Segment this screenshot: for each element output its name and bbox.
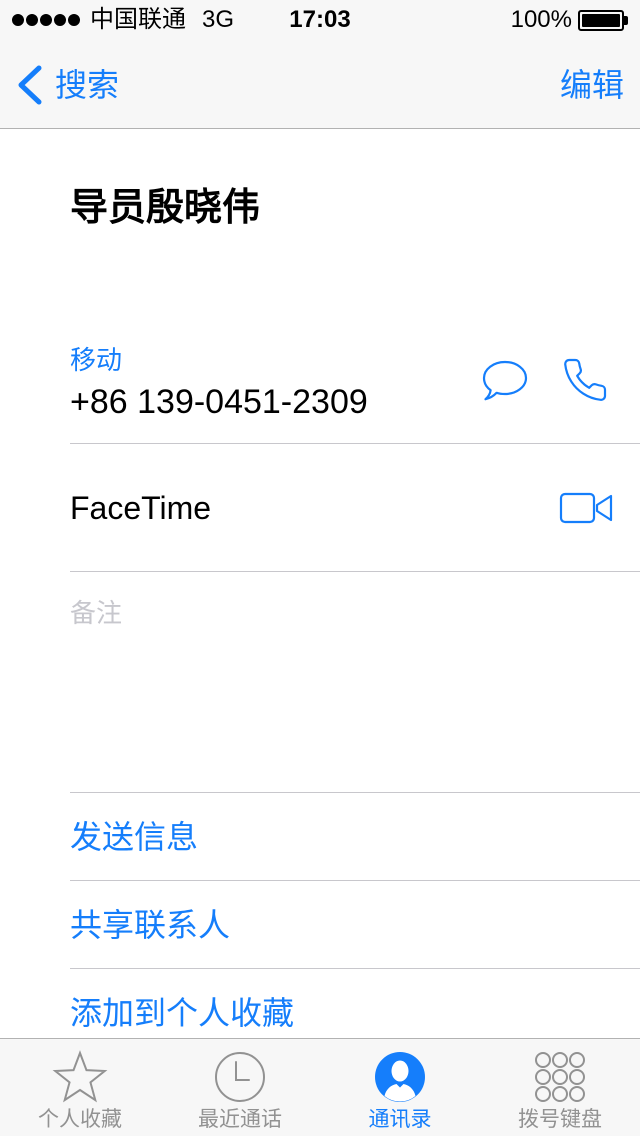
action-label: 共享联系人	[70, 907, 231, 943]
phone-number[interactable]: +86 139-0451-2309	[70, 381, 368, 423]
back-button[interactable]: 搜索	[10, 60, 140, 110]
contact-name: 导员殷晓伟	[70, 187, 261, 229]
network-type: 3G	[202, 6, 235, 33]
tab-label: 个人收藏	[38, 1108, 122, 1131]
facetime-label: FaceTime	[70, 490, 212, 526]
video-icon[interactable]	[559, 492, 615, 524]
send-message-button[interactable]: 发送信息	[0, 793, 640, 880]
message-icon[interactable]	[481, 359, 529, 403]
share-contact-button[interactable]: 共享联系人	[0, 881, 640, 968]
tab-bar: 个人收藏 最近通话 通讯录 拨号键盘	[0, 1038, 640, 1136]
signal-strength	[12, 14, 80, 26]
signal-dot	[68, 14, 80, 26]
carrier-name: 中国联通	[90, 6, 186, 33]
tab-label: 拨号键盘	[518, 1108, 602, 1131]
signal-dot	[40, 14, 52, 26]
notes-placeholder: 备注	[70, 598, 123, 628]
status-bar: 中国联通 3G 17:03 100%	[0, 0, 640, 40]
tab-recents[interactable]: 最近通话	[160, 1039, 320, 1136]
battery-nub	[624, 16, 628, 25]
battery-fill	[582, 14, 620, 27]
phone-type-label: 移动	[70, 345, 123, 375]
keypad-icon	[535, 1052, 585, 1102]
facetime-row[interactable]: FaceTime	[0, 444, 640, 571]
battery-percentage: 100%	[510, 6, 572, 33]
tab-label: 最近通话	[198, 1108, 282, 1131]
signal-dot	[54, 14, 66, 26]
add-to-favorites-button[interactable]: 添加到个人收藏	[0, 969, 640, 1038]
clock-icon	[215, 1052, 265, 1102]
edit-button[interactable]: 编辑	[560, 64, 624, 106]
star-icon	[52, 1050, 108, 1103]
action-label: 发送信息	[70, 819, 199, 855]
tab-contacts[interactable]: 通讯录	[320, 1039, 480, 1136]
notes-field[interactable]: 备注	[0, 572, 640, 792]
tab-keypad[interactable]: 拨号键盘	[480, 1039, 640, 1136]
contacts-icon	[375, 1052, 425, 1102]
battery-icon	[578, 10, 624, 31]
phone-icon[interactable]	[561, 356, 609, 404]
signal-dot	[12, 14, 24, 26]
chevron-left-icon	[18, 65, 42, 105]
navigation-bar: 搜索 编辑	[0, 40, 640, 128]
signal-dot	[26, 14, 38, 26]
tab-favorites[interactable]: 个人收藏	[0, 1039, 160, 1136]
action-label: 添加到个人收藏	[70, 995, 295, 1031]
status-time: 17:03	[289, 6, 351, 33]
back-label: 搜索	[55, 67, 120, 103]
top-bar: 中国联通 3G 17:03 100% 搜索 编辑	[0, 0, 640, 129]
phone-row[interactable]: 移动 +86 139-0451-2309	[0, 330, 640, 443]
tab-label: 通讯录	[368, 1108, 432, 1131]
